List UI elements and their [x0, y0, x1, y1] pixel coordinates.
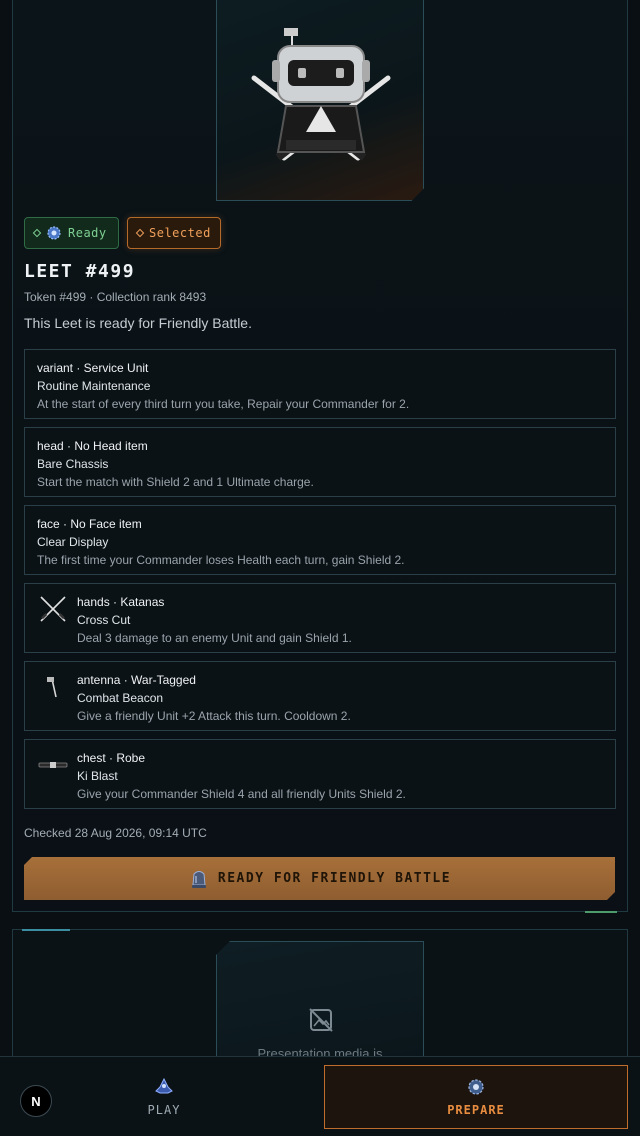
trait-heading: chest · Robe — [77, 751, 146, 765]
prepare-gear-icon — [468, 1079, 484, 1095]
selected-badge: Selected — [127, 217, 221, 249]
spaceship-icon — [155, 1077, 173, 1094]
ready-badge-label: Ready — [68, 226, 107, 240]
trait-heading: head · No Head item — [37, 439, 148, 453]
trait-effect: At the start of every third turn you tak… — [37, 397, 410, 411]
trait-heading: antenna · War-Tagged — [77, 673, 196, 687]
bell-icon — [188, 868, 210, 890]
trait-effect: Give a friendly Unit +2 Attack this turn… — [77, 709, 351, 723]
trait-heading: hands · Katanas — [77, 595, 165, 609]
robot-ninja-image — [251, 28, 391, 161]
diamond-icon — [32, 228, 42, 238]
trait-heading: face · No Face item — [37, 517, 142, 531]
trait-chest: chest · Robe Ki Blast Give your Commande… — [24, 739, 616, 809]
ready-for-friendly-battle-button[interactable]: READY FOR FRIENDLY BATTLE — [24, 857, 615, 900]
loading-progress-bar — [22, 929, 70, 931]
leet-title: LEET #499 — [24, 261, 136, 282]
trait-ability: Routine Maintenance — [37, 379, 151, 393]
trait-ability: Clear Display — [37, 535, 109, 549]
katanas-icon — [40, 596, 66, 622]
trait-ability: Ki Blast — [77, 769, 118, 783]
checked-timestamp: Checked 28 Aug 2026, 09:14 UTC — [24, 826, 207, 840]
app-logo[interactable]: N — [20, 1085, 52, 1117]
trait-ability: Cross Cut — [77, 613, 131, 627]
selected-badge-label: Selected — [149, 226, 211, 240]
no-image-icon — [309, 1008, 333, 1032]
card-accent-bar — [585, 911, 617, 913]
trait-effect: Deal 3 damage to an enemy Unit and gain … — [77, 631, 352, 645]
token-meta: Token #499 · Collection rank 8493 — [24, 290, 207, 304]
gear-icon — [47, 226, 61, 240]
ready-badge: Ready — [24, 217, 119, 249]
trait-heading: variant · Service Unit — [37, 361, 149, 375]
trait-head: head · No Head item Bare Chassis Start t… — [24, 427, 616, 497]
diamond-icon — [135, 228, 145, 238]
nav-prepare-label: PREPARE — [447, 1103, 505, 1117]
trait-effect: Start the match with Shield 2 and 1 Ulti… — [37, 475, 314, 489]
trait-face: face · No Face item Clear Display The fi… — [24, 505, 616, 575]
antenna-icon — [47, 677, 57, 698]
trait-antenna: antenna · War-Tagged Combat Beacon Give … — [24, 661, 616, 731]
bottom-nav: N PLAY PREPARE — [0, 1056, 640, 1136]
trait-effect: The first time your Commander loses Heal… — [37, 553, 405, 567]
nav-play-label: PLAY — [147, 1103, 181, 1117]
trait-effect: Give your Commander Shield 4 and all fri… — [77, 787, 406, 801]
robe-icon — [38, 762, 68, 768]
cta-label: READY FOR FRIENDLY BATTLE — [217, 871, 452, 886]
trait-hands: hands · Katanas Cross Cut Deal 3 damage … — [24, 583, 616, 653]
leet-status-description: This Leet is ready for Friendly Battle. — [24, 315, 252, 331]
nav-prepare-tab[interactable]: PREPARE — [324, 1065, 628, 1129]
trait-variant: variant · Service Unit Routine Maintenan… — [24, 349, 616, 419]
trait-ability: Combat Beacon — [77, 691, 164, 705]
trait-ability: Bare Chassis — [37, 457, 109, 471]
nav-play-tab[interactable]: PLAY — [64, 1065, 264, 1129]
